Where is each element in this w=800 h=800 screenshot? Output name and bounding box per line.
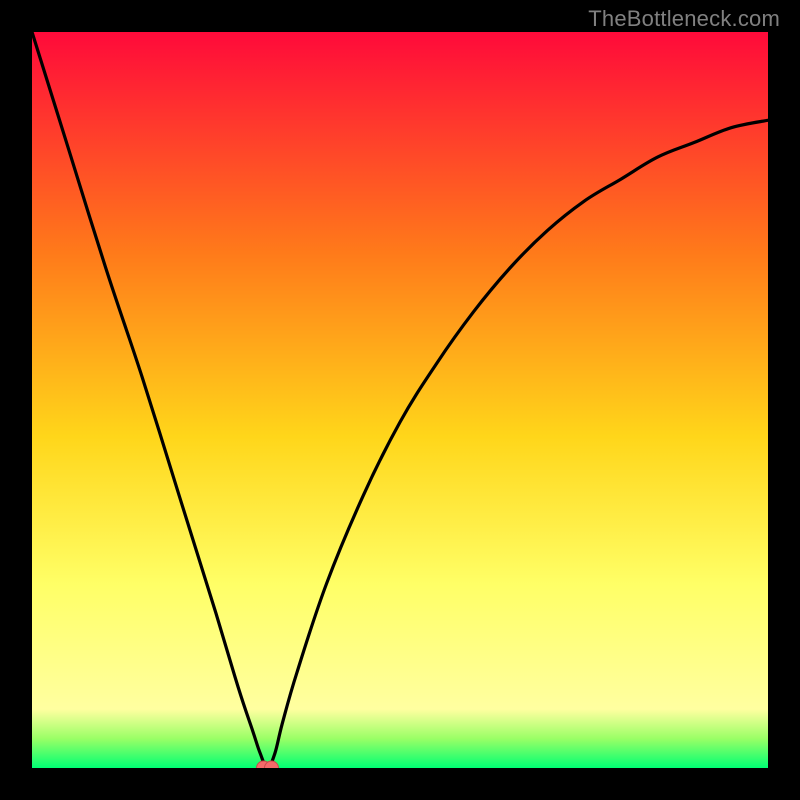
plot-area (32, 32, 768, 768)
chart-frame: TheBottleneck.com (0, 0, 800, 800)
gradient-background (32, 32, 768, 768)
chart-svg (32, 32, 768, 768)
watermark-text: TheBottleneck.com (588, 6, 780, 32)
marker-group (257, 761, 279, 768)
